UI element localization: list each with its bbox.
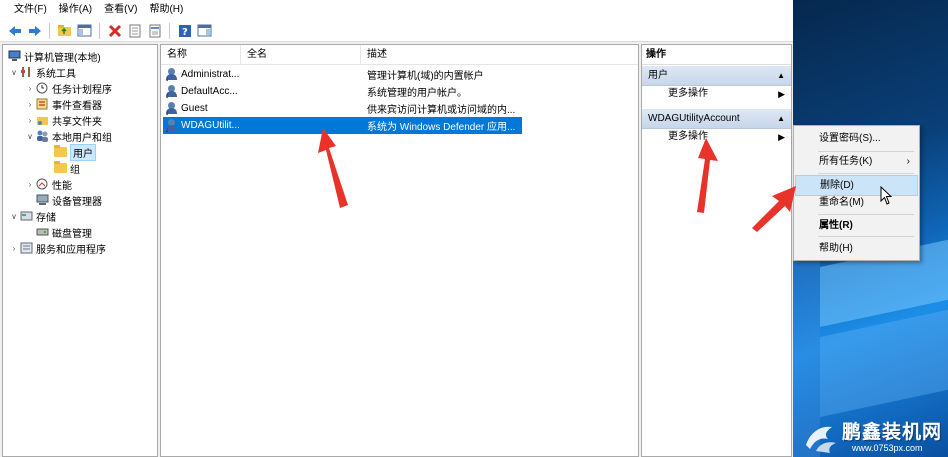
tools-icon: [19, 66, 33, 79]
users-group-icon: [35, 130, 49, 143]
services-icon: [19, 242, 33, 255]
menu-file[interactable]: 文件(F): [8, 0, 53, 20]
column-header-name[interactable]: 名称: [161, 45, 241, 65]
tree-node-disk-management[interactable]: 磁盘管理: [35, 224, 92, 240]
tree-node-storage[interactable]: ∨ 存储: [9, 208, 56, 224]
tree-node-root[interactable]: 计算机管理(本地): [7, 48, 101, 64]
list-header: 名称 全名 描述: [161, 45, 638, 65]
column-header-fullname[interactable]: 全名: [241, 45, 361, 65]
tree-node-task-scheduler[interactable]: › 任务计划程序: [25, 80, 112, 96]
properties-icon[interactable]: [126, 22, 143, 39]
show-action-pane-icon[interactable]: [196, 22, 213, 39]
actions-pane: 操作 用户 ▲ 更多操作 ▶ WDAGUtilityAccount ▲ 更多操作…: [641, 44, 792, 457]
tree-node-event-viewer[interactable]: › 事件查看器: [25, 96, 102, 112]
device-manager-icon: [35, 194, 49, 207]
collapse-caret-icon: ▲: [777, 71, 785, 80]
submenu-arrow-icon: ›: [906, 156, 910, 167]
menu-view[interactable]: 查看(V): [98, 0, 143, 20]
watermark-url: www.0753px.com: [852, 443, 923, 453]
mouse-cursor-icon: [880, 186, 893, 205]
actions-section-users[interactable]: 用户 ▲: [642, 66, 791, 86]
user-list-pane: 名称 全名 描述 ↓ Administrat... 管理计算机(域)的内置帐户 …: [160, 44, 639, 457]
expand-arrow-icon[interactable]: ›: [25, 84, 35, 93]
user-icon: ↓: [165, 102, 179, 117]
tree-node-device-manager[interactable]: 设备管理器: [35, 192, 102, 208]
column-header-description[interactable]: 描述: [361, 45, 638, 65]
performance-icon: [35, 178, 49, 191]
dragon-logo-icon: [806, 426, 836, 453]
delete-icon[interactable]: [106, 22, 123, 39]
export-icon[interactable]: [146, 22, 163, 39]
user-row-administrator[interactable]: ↓ Administrat... 管理计算机(域)的内置帐户: [163, 66, 484, 83]
shared-folder-icon: [35, 114, 49, 127]
computer-management-icon: [7, 50, 21, 63]
tree-node-users[interactable]: 用户: [53, 143, 96, 161]
tree-node-shared-folders[interactable]: › 共享文件夹: [25, 112, 102, 128]
clock-icon: [35, 82, 49, 95]
user-icon: ↓: [165, 119, 179, 134]
event-viewer-icon: [35, 98, 49, 111]
menu-item-rename[interactable]: 重命名(M): [795, 192, 918, 213]
expand-arrow-icon[interactable]: ›: [25, 116, 35, 125]
tree-node-performance[interactable]: › 性能: [25, 176, 72, 192]
show-hide-tree-icon[interactable]: [76, 22, 93, 39]
up-folder-icon[interactable]: [56, 22, 73, 39]
computer-management-window: 文件(F) 操作(A) 查看(V) 帮助(H) ? 计算机管理(本地) ∨ 系统…: [0, 0, 793, 457]
menu-item-set-password[interactable]: 设置密码(S)...: [795, 128, 918, 149]
expand-arrow-icon[interactable]: ›: [25, 100, 35, 109]
storage-icon: [19, 210, 33, 223]
disk-icon: [35, 226, 49, 239]
menu-item-properties[interactable]: 属性(R): [795, 215, 918, 236]
more-actions-users[interactable]: 更多操作 ▶: [642, 85, 791, 103]
folder-icon: [53, 145, 67, 159]
tree-node-groups[interactable]: 组: [53, 160, 80, 176]
collapse-arrow-icon[interactable]: ∨: [9, 68, 19, 77]
expand-arrow-icon[interactable]: ›: [25, 180, 35, 189]
submenu-arrow-icon: ▶: [778, 132, 785, 142]
expand-arrow-icon[interactable]: ›: [9, 244, 19, 253]
actions-title: 操作: [642, 45, 791, 65]
console-tree: 计算机管理(本地) ∨ 系统工具 › 任务计划程序 › 事件查看器 › 共享文件…: [2, 44, 158, 457]
svg-text:?: ?: [182, 27, 188, 38]
more-actions-account[interactable]: 更多操作 ▶: [642, 128, 791, 146]
collapse-arrow-icon[interactable]: ∨: [25, 132, 35, 141]
user-row-defaultaccount[interactable]: ↓ DefaultAcc... 系统管理的用户帐户。: [163, 83, 467, 100]
context-menu: 设置密码(S)... 所有任务(K) › 删除(D) 重命名(M) 属性(R) …: [793, 125, 920, 261]
tree-node-system-tools[interactable]: ∨ 系统工具: [9, 64, 76, 80]
actions-section-account[interactable]: WDAGUtilityAccount ▲: [642, 109, 791, 129]
user-icon: ↓: [165, 85, 179, 100]
menu-help[interactable]: 帮助(H): [143, 0, 189, 20]
back-icon[interactable]: [6, 22, 23, 39]
folder-icon: [53, 161, 67, 175]
user-row-wdagutilityaccount[interactable]: ↓ WDAGUtilit... 系统为 Windows Defender 应用.…: [163, 117, 522, 134]
user-icon: ↓: [165, 68, 179, 83]
forward-icon[interactable]: [26, 22, 43, 39]
menu-bar: 文件(F) 操作(A) 查看(V) 帮助(H): [0, 0, 793, 20]
menu-action[interactable]: 操作(A): [53, 0, 98, 20]
submenu-arrow-icon: ▶: [778, 89, 785, 99]
help-icon[interactable]: ?: [176, 22, 193, 39]
toolbar: ?: [0, 20, 793, 42]
watermark: 鹏鑫装机网 www.0753px.com: [800, 415, 948, 457]
watermark-brand: 鹏鑫装机网: [842, 421, 943, 443]
menu-item-help[interactable]: 帮助(H): [795, 238, 918, 259]
collapse-arrow-icon[interactable]: ∨: [9, 212, 19, 221]
collapse-caret-icon: ▲: [777, 114, 785, 123]
user-row-guest[interactable]: ↓ Guest 供来宾访问计算机或访问域的内...: [163, 100, 515, 117]
menu-item-all-tasks[interactable]: 所有任务(K) ›: [795, 151, 918, 172]
tree-node-services-apps[interactable]: › 服务和应用程序: [9, 240, 106, 256]
tree-node-local-users-groups[interactable]: ∨ 本地用户和组: [25, 128, 112, 144]
